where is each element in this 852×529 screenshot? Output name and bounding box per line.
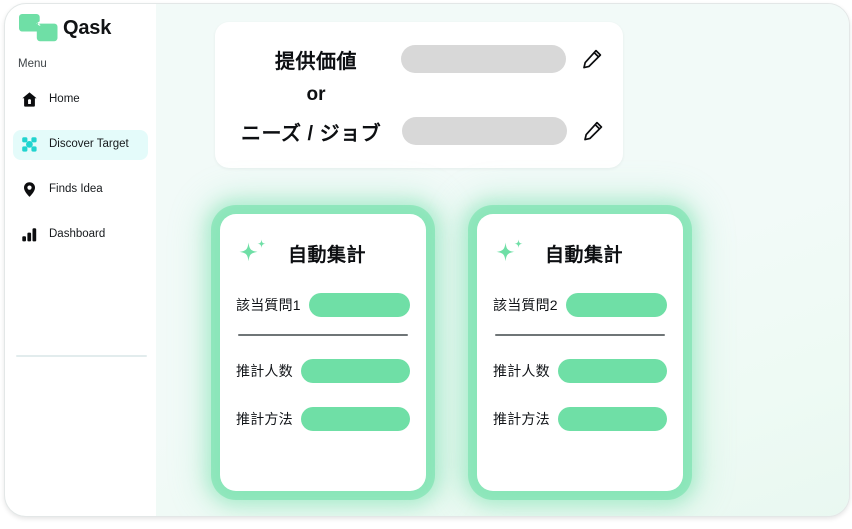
auto-metric-label: 推計人数: [236, 363, 293, 379]
auto-metric-label: 推計方法: [493, 411, 550, 427]
auto-metric-row: 推計方法: [236, 406, 410, 432]
auto-metric-value[interactable]: [557, 359, 667, 383]
location-pin-icon: [21, 181, 38, 198]
sidebar-item-dashboard[interactable]: Dashboard: [13, 220, 148, 250]
home-icon: [21, 91, 38, 108]
qask-logo-icon: [16, 13, 60, 43]
auto-aggregate-card: 自動集計 該当質問1 推計人数 推計方法: [220, 214, 426, 491]
value-row-two: ニーズ / ジョブ: [215, 114, 623, 148]
sparkle-icon: [236, 238, 270, 268]
sidebar: Qask Menu Home Discover Target Finds Ide…: [5, 4, 156, 516]
auto-card-title: 自動集計: [545, 244, 624, 266]
auto-aggregate-card: 自動集計 該当質問2 推計人数 推計方法: [477, 214, 683, 491]
brand-name: Qask: [63, 16, 112, 39]
sidebar-item-label: Discover Target: [49, 137, 129, 150]
menu-section-label: Menu: [18, 58, 47, 70]
auto-metric-row: 推計方法: [493, 406, 667, 432]
auto-metric-value[interactable]: [557, 407, 667, 431]
sidebar-item-finds-idea[interactable]: Finds Idea: [13, 175, 148, 205]
pencil-icon[interactable]: [581, 119, 605, 143]
or-label: or: [306, 84, 326, 105]
auto-question-value[interactable]: [308, 293, 410, 317]
auto-question-value[interactable]: [565, 293, 667, 317]
auto-question-row: 該当質問2: [493, 292, 667, 318]
value-label-one: 提供価値: [275, 50, 357, 73]
auto-card-divider: [238, 334, 408, 336]
auto-metric-value[interactable]: [300, 359, 410, 383]
or-separator-row: or: [215, 76, 623, 114]
value-input-one[interactable]: [401, 45, 566, 73]
auto-metric-row: 推計人数: [236, 358, 410, 384]
sidebar-item-label: Dashboard: [49, 227, 106, 240]
app-window: Qask Menu Home Discover Target Finds Ide…: [4, 3, 850, 517]
auto-metric-row: 推計人数: [493, 358, 667, 384]
target-icon: [21, 136, 38, 153]
value-label-two: ニーズ / ジョブ: [241, 122, 382, 145]
auto-question-row: 該当質問1: [236, 292, 410, 318]
sidebar-divider: [16, 355, 147, 357]
value-input-two[interactable]: [402, 117, 567, 145]
sparkle-icon: [493, 238, 527, 268]
auto-card-title: 自動集計: [288, 244, 367, 266]
auto-metric-label: 推計方法: [236, 411, 293, 427]
auto-card-divider: [495, 334, 665, 336]
value-row-one: 提供価値: [215, 42, 623, 76]
auto-card-header: 自動集計: [493, 236, 667, 270]
sidebar-nav: Home Discover Target Finds Idea Dashboar…: [5, 85, 156, 250]
bar-chart-icon: [21, 226, 38, 243]
value-proposition-card: 提供価値 or ニーズ / ジョブ: [215, 22, 623, 168]
auto-question-label: 該当質問1: [236, 297, 301, 313]
pencil-icon[interactable]: [580, 47, 604, 71]
sidebar-item-home[interactable]: Home: [13, 85, 148, 115]
auto-question-label: 該当質問2: [493, 297, 558, 313]
auto-metric-value[interactable]: [300, 407, 410, 431]
sidebar-item-label: Finds Idea: [49, 182, 103, 195]
auto-metric-label: 推計人数: [493, 363, 550, 379]
sidebar-item-label: Home: [49, 92, 80, 105]
brand[interactable]: Qask: [5, 4, 156, 41]
main-content: 提供価値 or ニーズ / ジョブ 自動集計 該当質問1 推計人数 推計方法 自…: [156, 4, 849, 516]
sidebar-item-discover-target[interactable]: Discover Target: [13, 129, 148, 160]
auto-card-header: 自動集計: [236, 236, 410, 270]
